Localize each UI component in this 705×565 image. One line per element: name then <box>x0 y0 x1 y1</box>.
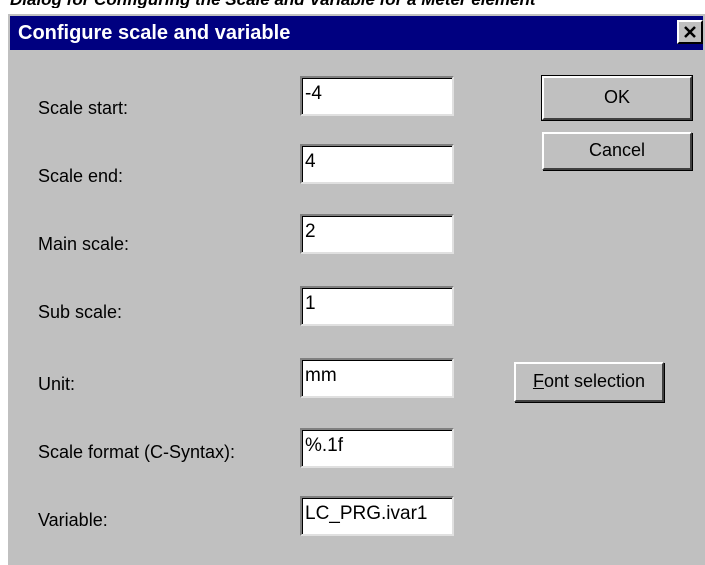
sub-scale-label: Sub scale: <box>38 302 123 322</box>
unit-label: Unit: <box>38 374 76 394</box>
scale-format-input[interactable]: %.1f <box>300 428 454 468</box>
unit-input[interactable]: mm <box>300 358 454 398</box>
title-bar[interactable]: Configure scale and variable <box>10 16 703 50</box>
variable-label: Variable: <box>38 510 108 530</box>
close-button[interactable] <box>677 20 703 44</box>
variable-input[interactable]: LC_PRG.ivar1 <box>300 496 454 536</box>
scale-start-input[interactable]: -4 <box>300 76 454 116</box>
close-icon <box>684 26 696 38</box>
scale-end-input[interactable]: 4 <box>300 144 454 184</box>
main-scale-input[interactable]: 2 <box>300 214 454 254</box>
sub-scale-input[interactable]: 1 <box>300 286 454 326</box>
font-selection-mnemonic: F <box>532 371 544 391</box>
cancel-button[interactable]: Cancel <box>542 132 692 170</box>
scale-end-label: Scale end: <box>38 166 124 186</box>
scale-format-label: Scale format (C-Syntax): <box>38 442 236 462</box>
dialog-title: Configure scale and variable <box>18 22 291 44</box>
configure-scale-dialog: Configure scale and variable Scale start… <box>6 12 705 565</box>
font-selection-button[interactable]: Font selection <box>514 362 664 402</box>
ok-button[interactable]: OK <box>541 75 693 121</box>
page-caption: Dialog for Configuring the Scale and Var… <box>10 0 700 8</box>
font-selection-label: ont selection <box>543 371 646 391</box>
scale-start-label: Scale start: <box>38 98 129 118</box>
main-scale-label: Main scale: <box>38 234 130 254</box>
